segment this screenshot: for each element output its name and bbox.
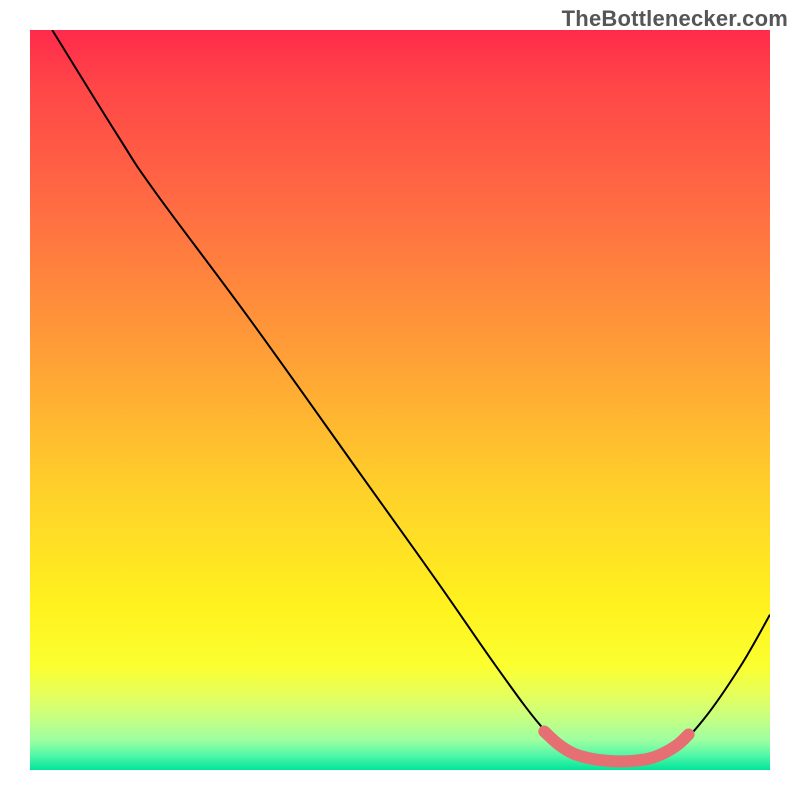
- plot-area: [30, 30, 770, 770]
- line-layer: [30, 30, 770, 770]
- bottleneck-curve: [52, 30, 770, 763]
- chart-container: TheBottlenecker.com: [0, 0, 800, 800]
- attribution-label: TheBottlenecker.com: [562, 6, 788, 32]
- optimal-zone-highlight: [544, 732, 688, 762]
